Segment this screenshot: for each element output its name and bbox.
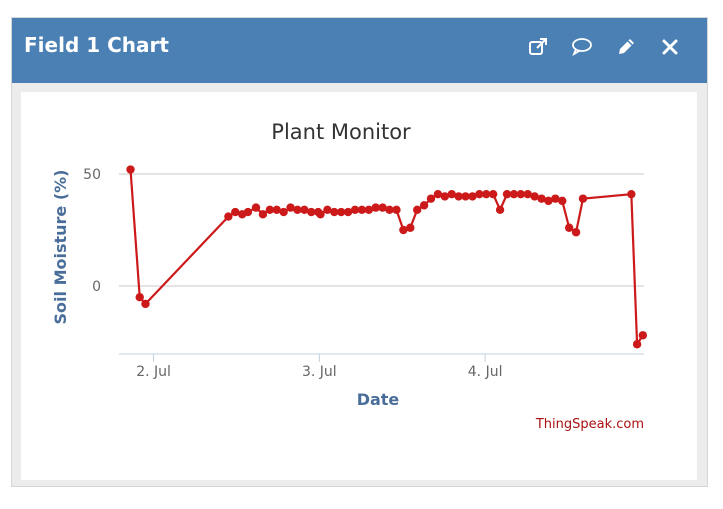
y-axis-title: Soil Moisture (%) <box>51 170 70 325</box>
data-point[interactable] <box>406 223 415 232</box>
close-icon[interactable] <box>658 35 682 59</box>
x-axis-title: Date <box>357 390 400 409</box>
data-point[interactable] <box>126 165 135 174</box>
y-tick-label: 0 <box>92 279 101 295</box>
data-point[interactable] <box>488 189 498 199</box>
data-point[interactable] <box>426 194 436 203</box>
comment-icon[interactable] <box>570 35 594 59</box>
chart-widget: Field 1 Chart Plant Monitor 50 0 Soil Mo… <box>11 17 708 487</box>
data-point[interactable] <box>243 207 253 217</box>
data-point[interactable] <box>419 201 429 210</box>
data-point[interactable] <box>412 205 422 215</box>
external-link-icon[interactable] <box>526 35 550 59</box>
data-point[interactable] <box>578 194 588 203</box>
data-point[interactable] <box>392 205 401 215</box>
widget-header: Field 1 Chart <box>12 18 707 83</box>
x-tick-label: 4. Jul <box>468 364 503 380</box>
data-point[interactable] <box>632 340 642 349</box>
x-tick-label: 3. Jul <box>302 364 337 380</box>
data-point[interactable] <box>141 299 150 309</box>
line-chart: Plant Monitor 50 0 Soil Moisture (%) 2. … <box>51 120 648 432</box>
data-point[interactable] <box>316 210 325 219</box>
data-point[interactable] <box>564 223 574 232</box>
pencil-icon[interactable] <box>614 35 638 59</box>
widget-title: Field 1 Chart <box>24 33 169 57</box>
chart-card: Plant Monitor 50 0 Soil Moisture (%) 2. … <box>21 92 697 480</box>
data-point[interactable] <box>495 205 505 215</box>
widget-toolbar <box>526 35 682 59</box>
data-point[interactable] <box>224 212 233 221</box>
credit-link[interactable]: ThingSpeak.com <box>535 417 644 432</box>
data-point[interactable] <box>571 228 581 237</box>
data-point[interactable] <box>558 196 567 206</box>
data-point[interactable] <box>135 293 144 302</box>
y-tick-label: 50 <box>83 167 101 183</box>
series-line <box>129 169 644 348</box>
data-point[interactable] <box>638 331 648 340</box>
chart-title: Plant Monitor <box>271 120 411 144</box>
data-point[interactable] <box>258 210 268 219</box>
data-point[interactable] <box>251 203 261 212</box>
data-point[interactable] <box>627 189 636 199</box>
x-tick-label: 2. Jul <box>136 364 171 380</box>
data-point[interactable] <box>279 207 288 217</box>
